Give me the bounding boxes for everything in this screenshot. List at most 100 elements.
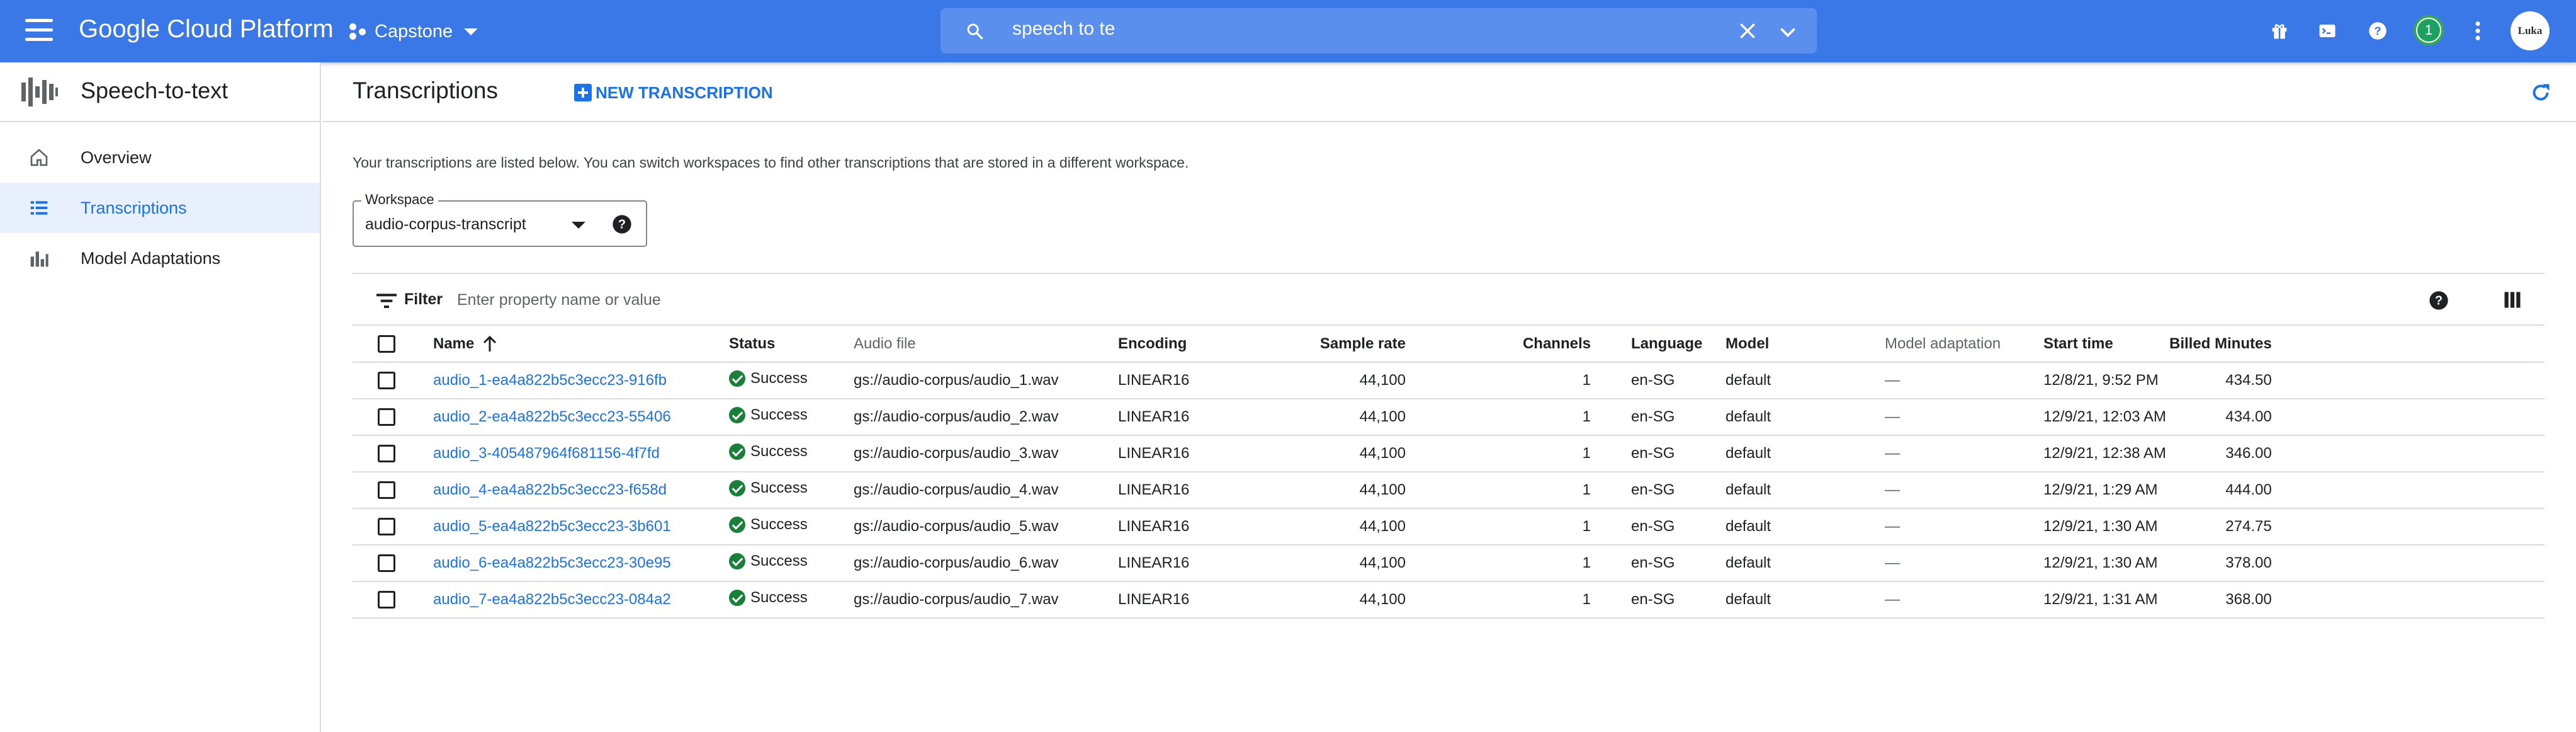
row-checkbox[interactable] bbox=[378, 518, 395, 536]
encoding-cell: LINEAR16 bbox=[1118, 581, 1282, 619]
model-adaptation-cell: — bbox=[1885, 362, 2043, 399]
svg-text:?: ? bbox=[618, 218, 626, 232]
audio-file-cell: gs://audio-corpus/audio_5.wav bbox=[854, 508, 1118, 546]
transcription-name-link[interactable]: audio_1-ea4a822b5c3ecc23-916fb bbox=[433, 372, 667, 389]
billed-minutes-cell: 368.00 bbox=[2169, 581, 2272, 619]
encoding-cell: LINEAR16 bbox=[1118, 399, 1282, 436]
column-header-name[interactable]: Name bbox=[433, 326, 729, 363]
search-bar[interactable]: speech to te bbox=[941, 8, 1817, 54]
new-transcription-button[interactable]: NEW TRANSCRIPTION bbox=[574, 80, 773, 105]
language-cell: en-SG bbox=[1631, 399, 1726, 436]
page-title: Transcriptions bbox=[353, 77, 498, 103]
list-icon bbox=[30, 201, 48, 215]
column-header-billed-minutes[interactable]: Billed Minutes bbox=[2169, 326, 2272, 363]
brand-title[interactable]: Google Cloud Platform bbox=[79, 15, 334, 43]
filter-input[interactable] bbox=[457, 289, 1024, 311]
status-text: Success bbox=[750, 516, 808, 533]
table-row[interactable]: audio_1-ea4a822b5c3ecc23-916fb Success gs:… bbox=[353, 362, 2545, 399]
page-header: Transcriptions NEW TRANSCRIPTION bbox=[322, 62, 2576, 122]
column-header-sample-rate[interactable]: Sample rate bbox=[1282, 326, 1406, 363]
check-circle-icon bbox=[729, 480, 745, 496]
row-checkbox[interactable] bbox=[378, 408, 395, 426]
column-display-icon[interactable] bbox=[2503, 290, 2522, 309]
language-cell: en-SG bbox=[1631, 472, 1726, 509]
transcription-name-link[interactable]: audio_3-405487964f681156-4f7fd bbox=[433, 445, 660, 462]
row-checkbox[interactable] bbox=[378, 591, 395, 609]
channels-cell: 1 bbox=[1450, 545, 1631, 582]
avatar[interactable]: Luka bbox=[2511, 11, 2550, 50]
filter-icon bbox=[376, 294, 397, 308]
product-title: Speech-to-text bbox=[81, 77, 229, 103]
table-row[interactable]: audio_6-ea4a822b5c3ecc23-30e95 Success gs:… bbox=[353, 545, 2545, 582]
sidebar-item-label: Model Adaptations bbox=[81, 248, 221, 268]
check-circle-icon bbox=[729, 590, 745, 606]
row-checkbox[interactable] bbox=[378, 445, 395, 463]
status-cell: Success bbox=[729, 406, 808, 424]
column-header-encoding[interactable]: Encoding bbox=[1118, 326, 1282, 363]
speech-to-text-logo-icon bbox=[21, 77, 58, 106]
chevron-down-icon bbox=[464, 28, 478, 35]
start-time-cell: 12/8/21, 9:52 PM bbox=[2043, 362, 2169, 399]
sidebar-header: Speech-to-text bbox=[0, 62, 320, 122]
help-icon[interactable]: ? bbox=[612, 214, 632, 234]
notifications-badge[interactable]: 1 bbox=[2414, 15, 2444, 45]
menu-icon[interactable] bbox=[25, 19, 53, 42]
transcription-name-link[interactable]: audio_2-ea4a822b5c3ecc23-55406 bbox=[433, 408, 671, 425]
language-cell: en-SG bbox=[1631, 581, 1726, 619]
refresh-icon[interactable] bbox=[2529, 81, 2552, 104]
close-icon[interactable] bbox=[1737, 21, 1758, 41]
table-row[interactable]: audio_4-ea4a822b5c3ecc23-f658d Success gs:… bbox=[353, 472, 2545, 509]
column-header-model-adaptation: Model adaptation bbox=[1885, 326, 2043, 363]
sidebar-item-transcriptions[interactable]: Transcriptions bbox=[0, 183, 320, 233]
chevron-down-icon[interactable] bbox=[1778, 22, 1798, 42]
transcription-name-link[interactable]: audio_4-ea4a822b5c3ecc23-f658d bbox=[433, 481, 667, 498]
language-cell: en-SG bbox=[1631, 545, 1726, 582]
table-row[interactable]: audio_3-405487964f681156-4f7fd Success gs:… bbox=[353, 435, 2545, 472]
transcription-name-link[interactable]: audio_7-ea4a822b5c3ecc23-084a2 bbox=[433, 591, 671, 608]
cloud-shell-icon[interactable] bbox=[2313, 13, 2342, 49]
row-checkbox[interactable] bbox=[378, 481, 395, 500]
help-icon[interactable]: ? bbox=[2429, 290, 2449, 311]
help-icon[interactable]: ? bbox=[2363, 13, 2392, 49]
sidebar-item-model-adaptations[interactable]: Model Adaptations bbox=[0, 233, 320, 283]
check-circle-icon bbox=[729, 370, 745, 387]
new-transcription-label: NEW TRANSCRIPTION bbox=[596, 83, 773, 102]
search-input[interactable]: speech to te bbox=[1012, 18, 1115, 40]
channels-cell: 1 bbox=[1450, 472, 1631, 509]
transcription-name-link[interactable]: audio_6-ea4a822b5c3ecc23-30e95 bbox=[433, 554, 671, 571]
sample-rate-cell: 44,100 bbox=[1282, 472, 1406, 509]
add-box-icon bbox=[574, 84, 592, 101]
column-header-model[interactable]: Model bbox=[1726, 326, 1885, 363]
encoding-cell: LINEAR16 bbox=[1118, 435, 1282, 472]
check-circle-icon bbox=[729, 553, 745, 569]
sample-rate-cell: 44,100 bbox=[1282, 545, 1406, 582]
encoding-cell: LINEAR16 bbox=[1118, 508, 1282, 546]
workspace-select[interactable]: Workspace audio-corpus-transcript ? bbox=[353, 192, 647, 247]
status-text: Success bbox=[750, 479, 808, 496]
table-row[interactable]: audio_2-ea4a822b5c3ecc23-55406 Success gs:… bbox=[353, 399, 2545, 436]
table-row[interactable]: audio_7-ea4a822b5c3ecc23-084a2 Success gs:… bbox=[353, 581, 2545, 619]
gift-icon[interactable] bbox=[2265, 13, 2294, 49]
arrow-up-icon bbox=[483, 336, 497, 352]
audio-file-cell: gs://audio-corpus/audio_2.wav bbox=[854, 399, 1118, 436]
model-cell: default bbox=[1726, 362, 1885, 399]
row-checkbox[interactable] bbox=[378, 554, 395, 573]
model-adaptation-cell: — bbox=[1885, 508, 2043, 546]
column-header-status[interactable]: Status bbox=[729, 326, 854, 363]
row-checkbox[interactable] bbox=[378, 372, 395, 390]
column-header-language[interactable]: Language bbox=[1631, 326, 1726, 363]
select-all-checkbox[interactable] bbox=[378, 335, 395, 353]
model-adaptation-cell: — bbox=[1885, 581, 2043, 619]
column-header-start-time[interactable]: Start time bbox=[2043, 326, 2169, 363]
transcription-name-link[interactable]: audio_5-ea4a822b5c3ecc23-3b601 bbox=[433, 518, 671, 535]
model-cell: default bbox=[1726, 435, 1885, 472]
project-selector[interactable]: Capstone bbox=[348, 19, 478, 44]
sample-rate-cell: 44,100 bbox=[1282, 581, 1406, 619]
status-text: Success bbox=[750, 589, 808, 606]
model-cell: default bbox=[1726, 399, 1885, 436]
table-row[interactable]: audio_5-ea4a822b5c3ecc23-3b601 Success gs:… bbox=[353, 508, 2545, 546]
sidebar-item-overview[interactable]: Overview bbox=[0, 132, 320, 183]
more-vert-icon[interactable] bbox=[2465, 13, 2490, 49]
filter-bar: Filter ? bbox=[353, 273, 2545, 326]
column-header-channels[interactable]: Channels bbox=[1450, 326, 1631, 363]
